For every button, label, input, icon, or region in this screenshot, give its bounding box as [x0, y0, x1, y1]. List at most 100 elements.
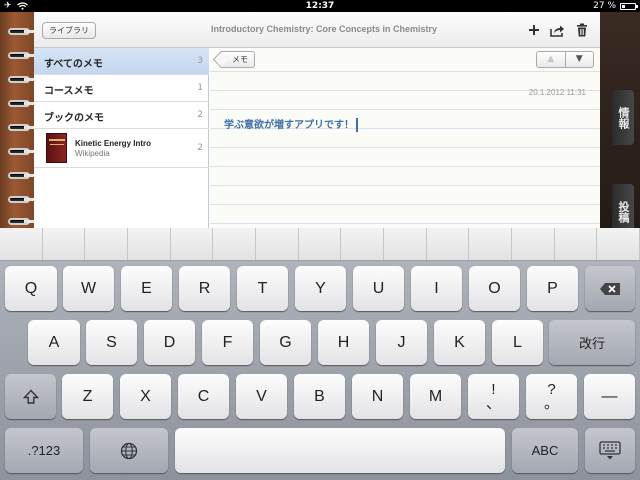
plus-icon[interactable] [526, 22, 542, 38]
key-j[interactable]: J [376, 320, 427, 365]
tab-info[interactable]: 情報 [612, 90, 634, 145]
return-key[interactable]: 改行 [549, 320, 635, 365]
key-f[interactable]: F [202, 320, 253, 365]
share-icon[interactable] [549, 22, 565, 38]
key-x[interactable]: X [120, 374, 171, 419]
binder-ring [2, 28, 34, 37]
key-e[interactable]: E [121, 266, 172, 311]
globe-key[interactable] [90, 428, 168, 473]
on-screen-keyboard: Q W E R T Y U I O P A S D F G H J K L 改行… [0, 228, 640, 480]
key-b[interactable]: B [294, 374, 345, 419]
sidebar-item-book-notes[interactable]: ブックのメモ 2 [34, 102, 209, 129]
note-date: 20.1.2012 11:31 [528, 88, 586, 97]
candidate-slot[interactable] [171, 228, 214, 260]
sidebar-item-label: すべてのメモ [44, 59, 103, 70]
sidebar-item-count: 2 [197, 110, 203, 120]
key-l[interactable]: L [492, 320, 543, 365]
candidate-slot[interactable] [341, 228, 385, 260]
sidebar-item-book[interactable]: Kinetic Energy Intro Wikipedia 2 [34, 129, 209, 168]
globe-icon [120, 442, 138, 459]
key-n[interactable]: N [352, 374, 403, 419]
key-dash[interactable]: — [584, 374, 635, 419]
shift-key[interactable] [5, 374, 56, 419]
candidate-slot[interactable] [384, 228, 427, 260]
key-t[interactable]: T [237, 266, 288, 311]
backspace-key[interactable] [585, 266, 635, 311]
key-y[interactable]: Y [295, 266, 346, 311]
hide-keyboard-key[interactable] [585, 428, 635, 473]
toolbar: ライブラリ Introductory Chemistry: Core Conce… [34, 12, 600, 48]
candidate-slot[interactable] [427, 228, 470, 260]
note-text: 学ぶ意欲が増すアプリです！ [224, 120, 354, 131]
shift-icon [22, 388, 39, 404]
sidebar-item-count: 1 [197, 83, 203, 93]
note-text-area[interactable]: 学ぶ意欲が増すアプリです！ [224, 116, 358, 132]
previous-note-button[interactable]: ▲ [537, 52, 565, 67]
candidate-slot[interactable] [512, 228, 555, 260]
binder-ring [2, 218, 34, 227]
candidate-slot[interactable] [597, 228, 640, 260]
next-note-button[interactable]: ▼ [566, 52, 594, 67]
candidate-slot[interactable] [555, 228, 598, 260]
sidebar-item-label: コースメモ [44, 86, 94, 97]
binder-ring [2, 52, 34, 61]
side-tabs: 情報 投稿 [600, 12, 640, 239]
key-d[interactable]: D [144, 320, 195, 365]
key-exclamation[interactable]: !、 [468, 374, 519, 419]
book-name: Kinetic Energy Intro [75, 139, 152, 148]
key-m[interactable]: M [410, 374, 461, 419]
key-u[interactable]: U [353, 266, 404, 311]
sidebar-item-all-notes[interactable]: すべてのメモ 3 [34, 48, 209, 75]
abc-key[interactable]: ABC [512, 428, 578, 473]
key-v[interactable]: V [236, 374, 287, 419]
binder-ring [2, 148, 34, 157]
binder-ring [2, 100, 34, 109]
app-area: ライブラリ Introductory Chemistry: Core Conce… [0, 12, 640, 239]
book-note-count: 2 [197, 143, 203, 153]
candidate-slot[interactable] [256, 228, 299, 260]
back-to-notes-button[interactable]: メモ [219, 51, 255, 68]
candidate-slot[interactable] [43, 228, 86, 260]
book-title: Introductory Chemistry: Core Concepts in… [210, 24, 438, 34]
candidate-slot[interactable] [213, 228, 257, 260]
binder-ring [2, 172, 34, 181]
text-cursor [356, 118, 358, 132]
key-p[interactable]: P [527, 266, 578, 311]
note-navigation: ▲ ▼ [536, 51, 594, 68]
key-k[interactable]: K [434, 320, 485, 365]
status-bar: ✈ 12:37 27 % [0, 0, 640, 12]
binder-spine [0, 12, 36, 228]
key-o[interactable]: O [469, 266, 520, 311]
notes-sidebar: すべてのメモ 3 コースメモ 1 ブックのメモ 2 Kinetic Energy… [34, 48, 209, 228]
battery-icon [620, 2, 638, 10]
key-a[interactable]: A [28, 320, 80, 365]
space-key[interactable] [175, 428, 505, 473]
candidate-slot[interactable] [0, 228, 43, 260]
battery-percent: 27 % [593, 1, 616, 11]
key-r[interactable]: R [179, 266, 230, 311]
key-question-bottom: 。 [543, 394, 559, 412]
candidate-slot[interactable] [85, 228, 129, 260]
key-w[interactable]: W [63, 266, 114, 311]
key-q[interactable]: Q [5, 266, 57, 311]
hide-keyboard-icon [599, 440, 621, 459]
library-button[interactable]: ライブラリ [42, 22, 96, 39]
sidebar-item-course-notes[interactable]: コースメモ 1 [34, 75, 209, 102]
candidate-slot[interactable] [299, 228, 342, 260]
trash-icon[interactable] [574, 22, 590, 38]
key-g[interactable]: G [260, 320, 311, 365]
note-editor[interactable]: メモ ▲ ▼ 20.1.2012 11:31 学ぶ意欲が増すアプリです！ [210, 48, 600, 228]
key-i[interactable]: I [411, 266, 462, 311]
key-c[interactable]: C [178, 374, 229, 419]
key-h[interactable]: H [318, 320, 369, 365]
binder-ring [2, 124, 34, 133]
candidate-slot[interactable] [128, 228, 171, 260]
key-s[interactable]: S [86, 320, 137, 365]
key-exclamation-bottom: 、 [485, 394, 501, 412]
numbers-key[interactable]: .?123 [5, 428, 83, 473]
sidebar-item-count: 3 [197, 56, 203, 66]
key-z[interactable]: Z [62, 374, 113, 419]
key-question[interactable]: ?。 [526, 374, 577, 419]
sidebar-item-label: ブックのメモ [44, 113, 104, 124]
candidate-slot[interactable] [469, 228, 513, 260]
